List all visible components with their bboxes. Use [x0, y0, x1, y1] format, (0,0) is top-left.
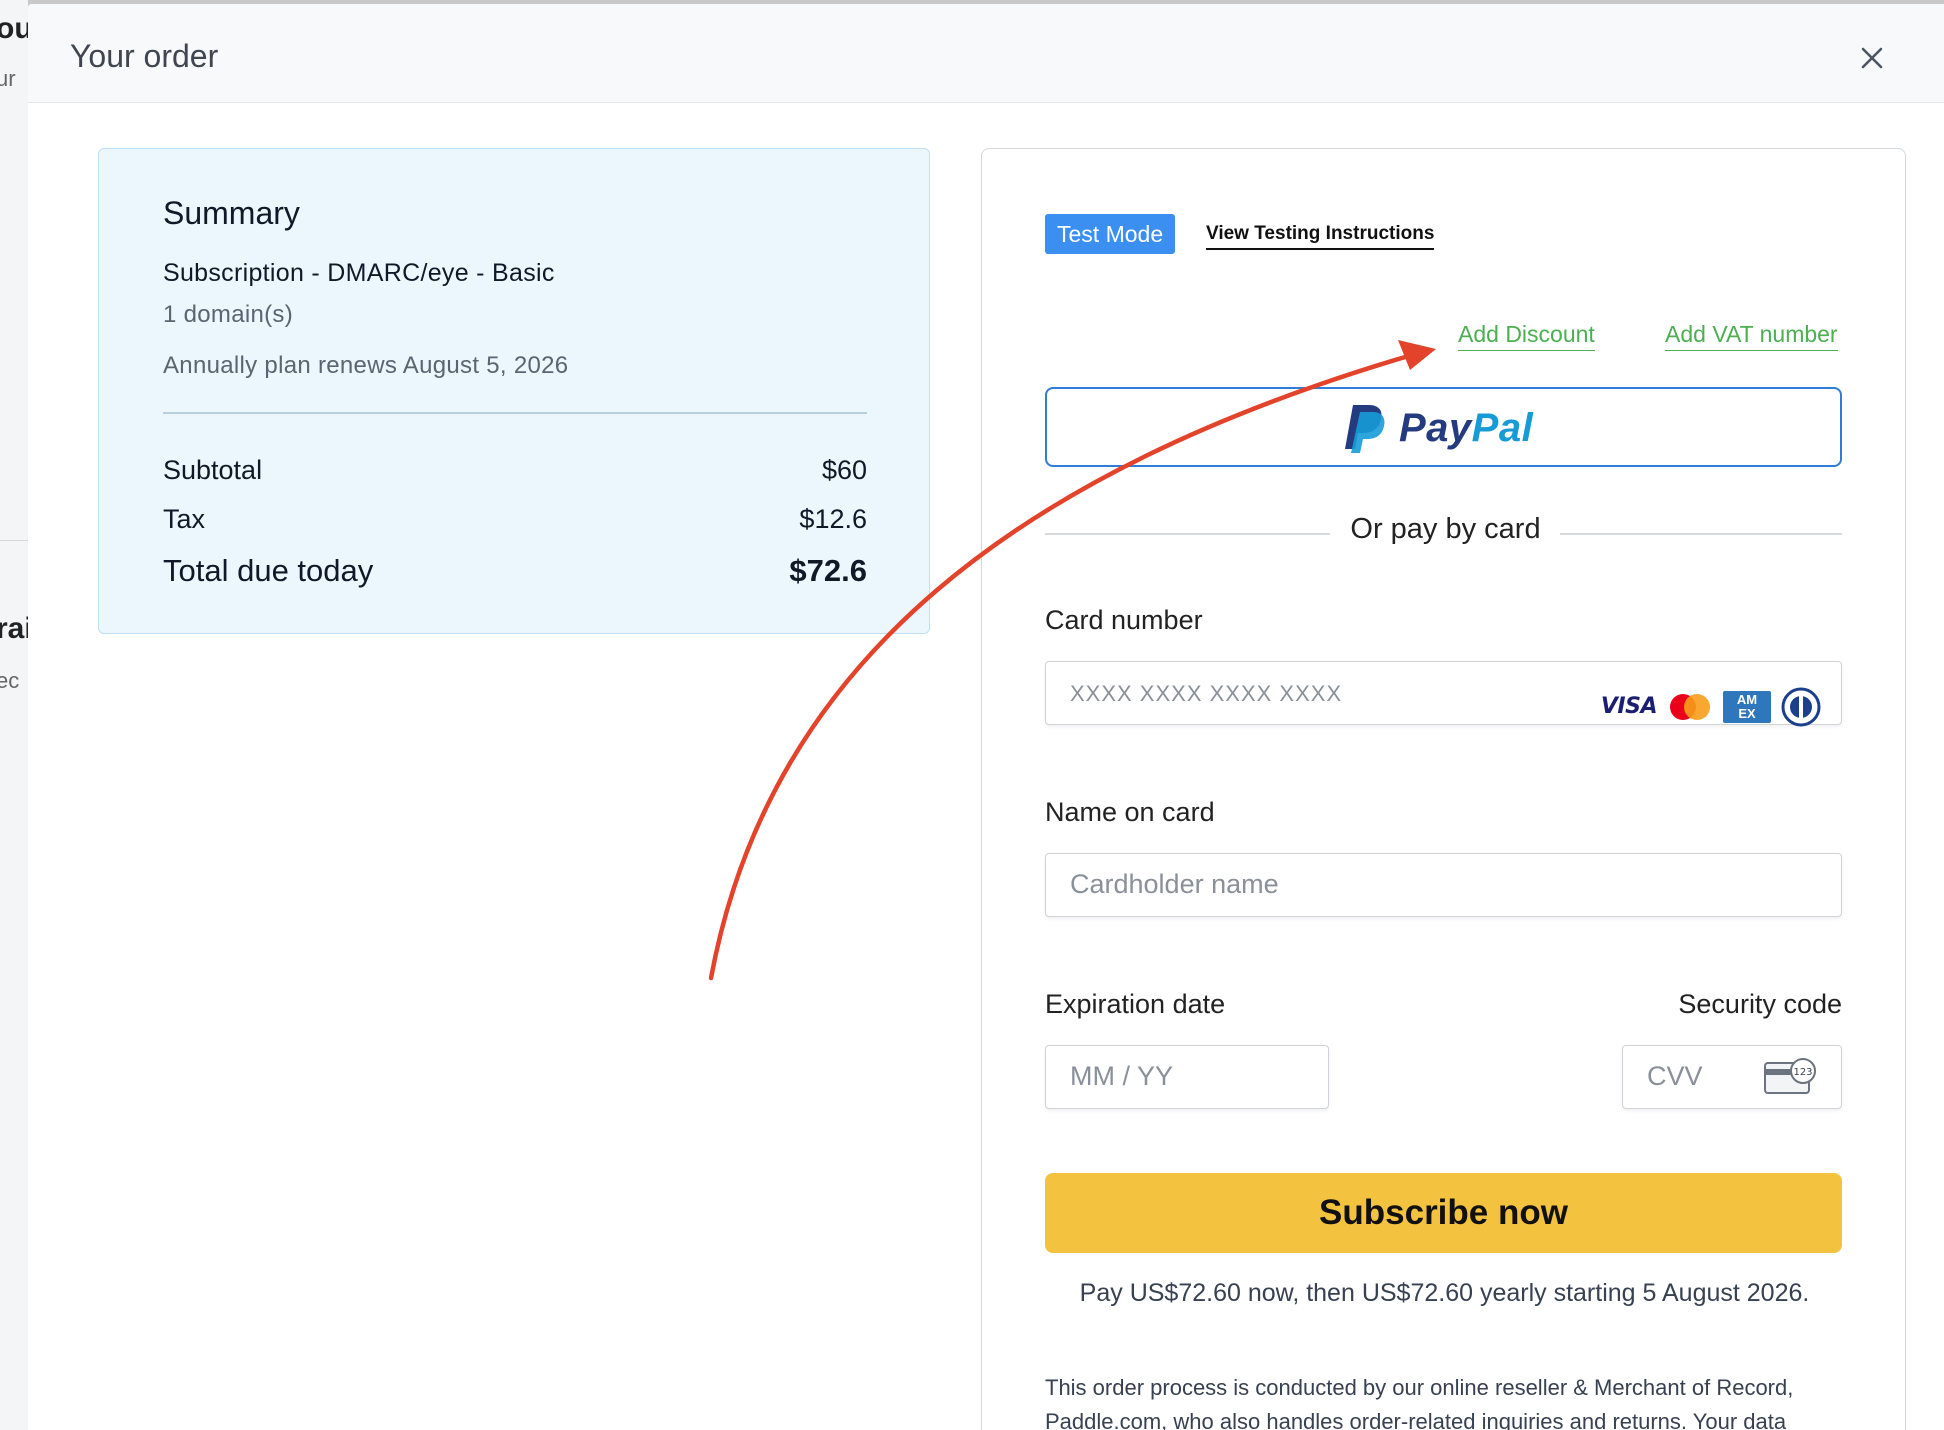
or-pay-by-card: Or pay by card — [982, 513, 1907, 546]
total-value: $72.6 — [789, 553, 867, 588]
renewal-info: Annually plan renews August 5, 2026 — [163, 352, 569, 379]
background-subtext-2: ec — [0, 668, 20, 693]
or-pay-by-card-text: Or pay by card — [1350, 513, 1541, 545]
cvv-card-icon: 123 — [1764, 1058, 1816, 1094]
background-subtext: ur — [0, 66, 16, 91]
cvv-placeholder: CVV — [1647, 1061, 1703, 1091]
summary-title: Summary — [163, 195, 300, 231]
merchant-of-record-note: This order process is conducted by our o… — [1045, 1375, 1794, 1430]
background-divider — [0, 540, 28, 541]
summary-divider — [163, 412, 867, 414]
paypal-button[interactable]: PayPal — [1045, 387, 1842, 467]
cvv-icon-text: 123 — [1793, 1067, 1812, 1078]
modal-header: Your order — [28, 4, 1944, 103]
background-page: ou ur rai ec — [0, 0, 28, 1430]
subtotal-label: Subtotal — [163, 455, 263, 485]
view-testing-instructions-link[interactable]: View Testing Instructions — [1206, 223, 1435, 250]
amex-icon: AM EX — [1723, 690, 1771, 723]
tax-label: Tax — [163, 504, 206, 534]
card-number-input[interactable]: XXXX XXXX XXXX XXXX VISA AM EX — [1045, 661, 1842, 726]
plan-name: Subscription - DMARC/eye - Basic — [163, 259, 555, 287]
add-vat-link[interactable]: Add VAT number — [1665, 321, 1838, 351]
card-number-label: Card number — [1045, 605, 1203, 635]
tax-value: $12.6 — [799, 504, 867, 534]
security-code-label: Security code — [1678, 989, 1842, 1019]
name-on-card-label: Name on card — [1045, 797, 1215, 827]
paypal-pay: Pay — [1399, 406, 1472, 450]
paypal-logo-icon — [1345, 405, 1385, 453]
modal-title: Your order — [70, 38, 219, 74]
add-discount-link[interactable]: Add Discount — [1458, 321, 1595, 351]
card-brands: VISA AM EX — [1601, 676, 1821, 737]
total-label: Total due today — [163, 553, 374, 588]
cardholder-name-placeholder: Cardholder name — [1070, 869, 1279, 899]
paypal-wordmark: PayPal — [1399, 406, 1533, 451]
background-heading: ou — [0, 12, 28, 45]
subtotal-value: $60 — [821, 455, 867, 485]
background-heading-2: rai — [0, 612, 28, 645]
test-mode-badge: Test Mode — [1045, 214, 1176, 254]
expiration-date-input[interactable]: MM / YY — [1045, 1045, 1329, 1109]
diners-club-icon — [1781, 687, 1821, 726]
mastercard-icon — [1670, 693, 1710, 720]
close-icon — [1861, 47, 1883, 69]
expiration-date-label: Expiration date — [1045, 989, 1226, 1019]
close-button[interactable] — [1852, 38, 1892, 78]
payment-schedule-note: Pay US$72.60 now, then US$72.60 yearly s… — [1079, 1279, 1810, 1307]
order-modal: Your order Summary Subscription - DMARC/… — [28, 4, 1944, 1430]
visa-icon: VISA — [1600, 694, 1658, 719]
cvv-input[interactable]: CVV 123 — [1622, 1045, 1842, 1109]
card-number-placeholder: XXXX XXXX XXXX XXXX — [1070, 681, 1343, 706]
paypal-pal: Pal — [1471, 406, 1534, 450]
checkout-panel: Test Mode View Testing Instructions Add … — [981, 148, 1906, 1430]
expiration-placeholder: MM / YY — [1070, 1061, 1174, 1091]
subscribe-now-button[interactable]: Subscribe now — [1045, 1173, 1842, 1253]
domain-count: 1 domain(s) — [163, 301, 294, 328]
order-summary: Summary Subscription - DMARC/eye - Basic… — [98, 148, 930, 634]
cardholder-name-input[interactable]: Cardholder name — [1045, 853, 1842, 917]
